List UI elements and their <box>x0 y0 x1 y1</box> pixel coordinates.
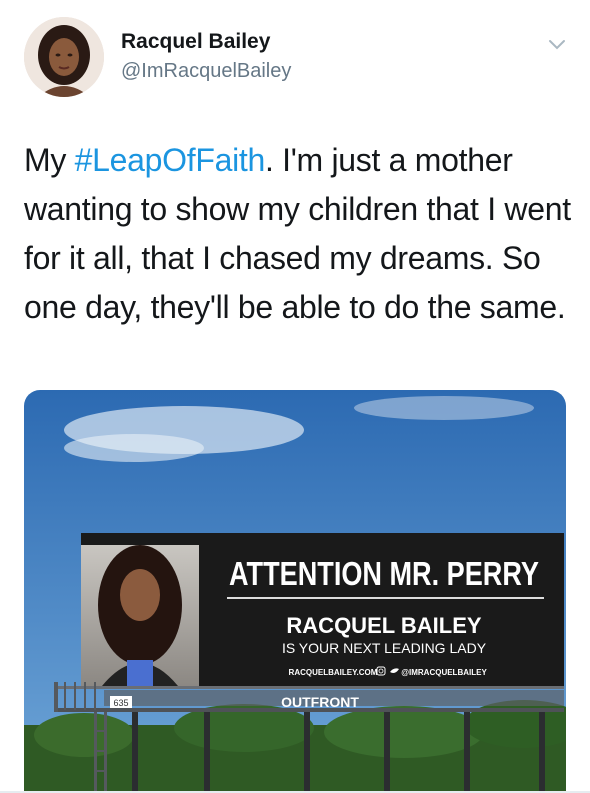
author-handle[interactable]: @ImRacquelBailey <box>121 60 291 83</box>
author-name[interactable]: Racquel Bailey <box>121 30 270 54</box>
tweet-text-start: My <box>24 142 75 178</box>
billboard-site: RACQUELBAILEY.COM <box>289 668 378 677</box>
hashtag-link[interactable]: #LeapOfFaith <box>75 142 266 178</box>
chevron-down-icon[interactable] <box>548 38 566 50</box>
billboard-headline: ATTENTION MR. PERRY <box>229 555 539 592</box>
billboard: ATTENTION MR. PERRY RACQUEL BAILEY IS YO… <box>81 533 564 686</box>
avatar[interactable] <box>24 17 104 97</box>
billboard-handle: @IMRACQUELBAILEY <box>401 668 487 677</box>
billboard-catwalk: 635 OUTFRONT <box>54 682 564 712</box>
billboard-photo: ATTENTION MR. PERRY RACQUEL BAILEY IS YO… <box>24 390 566 793</box>
tweet-photo[interactable]: ATTENTION MR. PERRY RACQUEL BAILEY IS YO… <box>24 390 566 793</box>
panel-number: 635 <box>113 698 128 708</box>
tweet-text: My #LeapOfFaith. I'm just a mother wanti… <box>24 136 574 332</box>
billboard-name: RACQUEL BAILEY <box>286 613 481 638</box>
operator-logo: OUTFRONT <box>281 694 359 710</box>
billboard-subline: IS YOUR NEXT LEADING LADY <box>282 640 487 656</box>
avatar-image <box>24 17 104 97</box>
